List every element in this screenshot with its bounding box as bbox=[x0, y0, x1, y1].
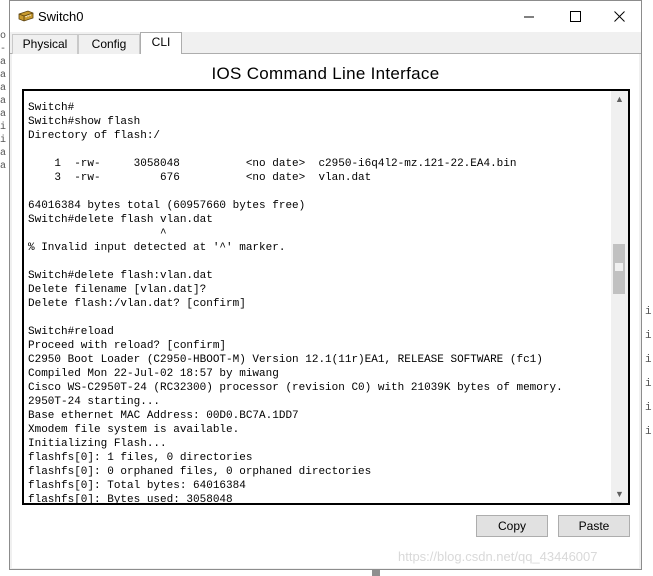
paste-button[interactable]: Paste bbox=[558, 515, 630, 537]
cli-heading: IOS Command Line Interface bbox=[211, 64, 440, 83]
close-button[interactable] bbox=[596, 1, 642, 32]
close-icon bbox=[613, 11, 625, 22]
switch-device-icon bbox=[18, 10, 34, 22]
minimize-icon bbox=[523, 16, 534, 18]
cli-panel: IOS Command Line Interface Switch# Switc… bbox=[12, 54, 639, 568]
tab-bar: Physical Config CLI bbox=[10, 32, 641, 55]
tab-cli[interactable]: CLI bbox=[140, 32, 182, 55]
tab-config[interactable]: Config bbox=[78, 34, 140, 54]
title-bar[interactable]: Switch0 bbox=[10, 1, 641, 32]
watermark-text: https://blog.csdn.net/qq_43446007 bbox=[398, 549, 598, 564]
scroll-up-arrow-icon[interactable]: ▲ bbox=[611, 91, 628, 108]
terminal-output[interactable]: Switch# Switch#show flash Directory of f… bbox=[28, 101, 608, 503]
tab-physical[interactable]: Physical bbox=[12, 34, 78, 54]
copy-button[interactable]: Copy bbox=[476, 515, 548, 537]
scroll-down-arrow-icon[interactable]: ▼ bbox=[611, 486, 628, 503]
tab-label: Config bbox=[91, 37, 127, 51]
switch-window: Switch0 Physical Config CLI IOS Command … bbox=[9, 0, 642, 570]
scroll-grip bbox=[615, 263, 623, 271]
terminal-scrollbar[interactable]: ▲ ▼ bbox=[611, 91, 628, 503]
scroll-thumb[interactable] bbox=[613, 244, 625, 294]
tab-label: CLI bbox=[151, 35, 171, 49]
background-window-right-edge: iiiiii bbox=[645, 306, 652, 438]
cli-terminal[interactable]: Switch# Switch#show flash Directory of f… bbox=[22, 89, 630, 505]
maximize-button[interactable] bbox=[552, 1, 598, 32]
background-window-left-edge: o-aaaaaiiaa bbox=[0, 31, 7, 172]
tab-label: Physical bbox=[22, 37, 68, 51]
maximize-icon bbox=[569, 11, 581, 22]
window-title: Switch0 bbox=[38, 9, 84, 24]
minimize-button[interactable] bbox=[506, 1, 552, 32]
